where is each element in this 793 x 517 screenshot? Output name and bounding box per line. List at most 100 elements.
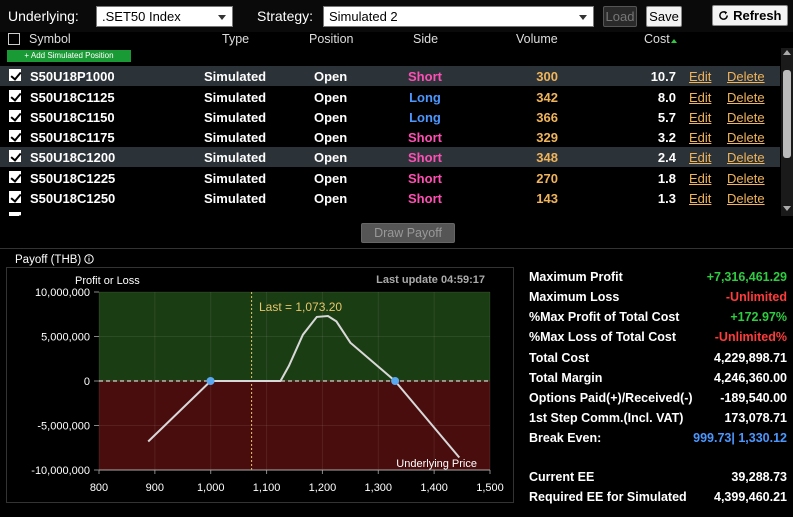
table-row[interactable]: S50U18C1175 Simulated Open Short 329 3.2… [0,127,780,147]
stat-value: 4,229,898.71 [714,351,787,365]
info-icon[interactable] [84,254,95,264]
row-checkbox[interactable] [9,90,21,102]
header-position[interactable]: Position [309,32,353,46]
table-row[interactable]: S50U18C1225 Simulated Open Short 270 1.8… [0,168,780,188]
delete-link[interactable]: Delete [727,130,765,145]
volume-cell: 342 [536,90,558,105]
side-cell: Long [409,90,441,105]
table-row[interactable]: S50U18C1150 Simulated Open Long 366 5.7 … [0,107,780,127]
delete-link[interactable]: Delete [727,69,765,84]
edit-link[interactable]: Edit [689,130,711,145]
y-axis-title: Profit or Loss [75,275,140,287]
underlying-label: Underlying: [8,8,79,24]
stat-label: Total Margin [529,371,603,385]
row-checkbox[interactable] [9,171,21,183]
header-type[interactable]: Type [222,32,249,46]
delete-link[interactable]: Delete [727,110,765,125]
save-button[interactable]: Save [646,6,682,27]
stat-value: 39,288.73 [731,470,787,484]
x-tick-label: 1,100 [253,482,281,494]
table-row-partial[interactable] [0,209,780,216]
table-row[interactable]: S50U18C1125 Simulated Open Long 342 8.0 … [0,87,780,107]
position-cell: Open [314,90,348,105]
stat-label: Current EE [529,470,595,484]
type-cell: Simulated [204,171,267,186]
stat-required-ee: Required EE for Simulated 4,399,460.21 [529,488,787,508]
refresh-icon [719,10,729,20]
row-checkbox[interactable] [9,150,21,162]
add-simulated-position-button[interactable]: + Add Simulated Position [7,50,131,62]
stat-value: -Unlimited% [714,330,787,344]
strategy-select[interactable]: Simulated 2 [323,6,594,27]
stat-value: 173,078.71 [724,411,787,425]
side-cell: Long [409,110,441,125]
row-checkbox[interactable] [9,191,21,203]
header-cost[interactable]: Cost [644,32,670,46]
stat-value: -189,540.00 [720,391,787,405]
edit-link[interactable]: Edit [689,110,711,125]
position-cell: Open [314,150,348,165]
last-price-label: Last = 1,073.20 [259,300,342,314]
side-cell: Short [408,150,442,165]
refresh-button[interactable]: Refresh [712,5,788,26]
strategy-value: Simulated 2 [329,9,398,24]
select-all-checkbox[interactable] [8,33,20,45]
header-volume[interactable]: Volume [516,32,558,46]
scroll-up-icon[interactable] [783,50,791,55]
payoff-chart: Profit or Loss Last update 04:59:17 Last… [31,274,503,494]
edit-link[interactable]: Edit [689,191,711,206]
scroll-down-icon[interactable] [783,206,791,211]
scrollbar-thumb[interactable] [783,70,791,158]
type-cell: Simulated [204,150,267,165]
side-cell: Short [408,191,442,206]
table-row[interactable]: S50U18C1250 Simulated Open Short 143 1.3… [0,188,780,208]
edit-link[interactable]: Edit [689,150,711,165]
type-cell: Simulated [204,110,267,125]
stat-value: +7,316,461.29 [706,270,787,284]
load-button[interactable]: Load [603,6,637,27]
break-even-point [206,377,215,385]
row-checkbox[interactable] [9,212,21,216]
chevron-down-icon [218,15,226,20]
header-side[interactable]: Side [413,32,438,46]
type-cell: Simulated [204,191,267,206]
last-update-text: Last update 04:59:17 [376,274,485,286]
table-row[interactable]: S50U18C1200 Simulated Open Short 348 2.4… [0,147,780,167]
stat-total-cost: Total Cost 4,229,898.71 [529,349,787,369]
stat-label: Total Cost [529,351,590,365]
stat-max-loss: Maximum Loss -Unlimited [529,288,787,308]
stat-label: Break Even: [529,431,602,445]
row-checkbox[interactable] [9,110,21,122]
underlying-value: .SET50 Index [102,9,181,24]
delete-link[interactable]: Delete [727,191,765,206]
row-checkbox[interactable] [9,130,21,142]
delete-link[interactable]: Delete [727,150,765,165]
x-tick-label: 800 [90,482,108,494]
stat-value: -Unlimited [725,290,787,304]
y-tick-label: -10,000,000 [31,465,90,477]
underlying-select[interactable]: .SET50 Index [96,6,233,27]
delete-link[interactable]: Delete [727,171,765,186]
stat-label: Required EE for Simulated [529,490,687,504]
header-symbol[interactable]: Symbol [29,32,71,46]
positions-table: S50U18P1000 Simulated Open Short 300 10.… [0,66,780,216]
stat-value: +172.97% [730,310,787,324]
row-checkbox[interactable] [9,69,21,81]
stat-commission: 1st Step Comm.(Incl. VAT) 173,078.71 [529,409,787,429]
cost-cell: 2.4 [657,150,676,165]
edit-link[interactable]: Edit [689,171,711,186]
y-tick-label: 10,000,000 [35,287,90,299]
x-tick-label: 1,000 [197,482,225,494]
volume-cell: 329 [536,130,558,145]
cost-cell: 5.7 [657,110,676,125]
table-row[interactable]: S50U18P1000 Simulated Open Short 300 10.… [0,66,780,86]
strategy-label: Strategy: [257,8,314,24]
delete-link[interactable]: Delete [727,90,765,105]
stat-options-paid: Options Paid(+)/Received(-) -189,540.00 [529,389,787,409]
draw-payoff-button[interactable]: Draw Payoff [361,223,455,243]
refresh-label: Refresh [733,8,782,23]
edit-link[interactable]: Edit [689,69,711,84]
side-cell: Short [408,130,442,145]
edit-link[interactable]: Edit [689,90,711,105]
cost-cell: 1.3 [657,191,676,206]
